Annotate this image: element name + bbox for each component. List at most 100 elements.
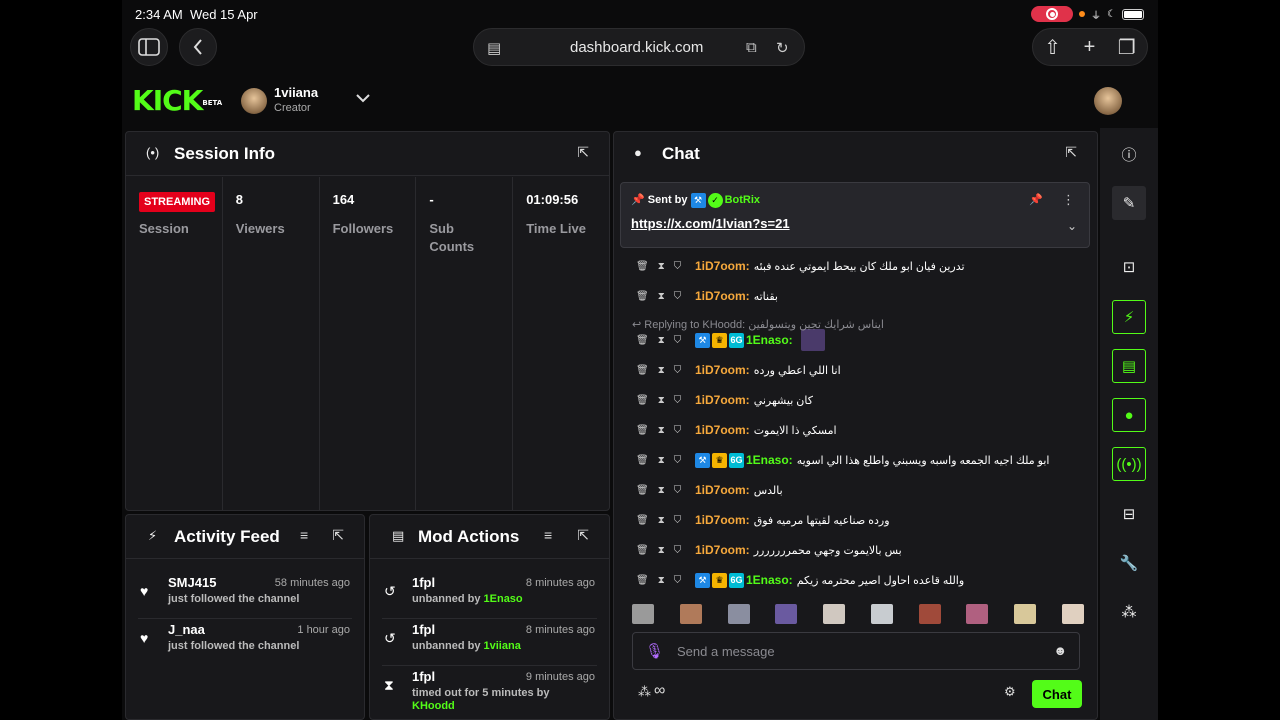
ban-shield-icon[interactable]: ⛉ [674, 395, 682, 406]
timeout-hourglass-icon[interactable]: ⧗ [658, 455, 665, 466]
expand-chevron-down-icon[interactable]: ⌄ [1067, 219, 1077, 233]
popout-icon[interactable]: ⇱ [577, 527, 589, 544]
activity-user[interactable]: J_naa [168, 622, 205, 637]
profile-avatar[interactable] [1094, 87, 1122, 115]
wrench-icon[interactable]: 🔧 [1112, 546, 1146, 580]
timeout-hourglass-icon[interactable]: ⧗ [658, 365, 665, 376]
ban-shield-icon[interactable]: ⛉ [674, 545, 682, 556]
delete-trash-icon[interactable]: 🗑 [636, 291, 649, 302]
chat-username[interactable]: 1iD7oom: [695, 483, 750, 497]
mod-actions-document-icon[interactable]: ▤ [1112, 349, 1146, 383]
popout-icon[interactable]: ⇱ [1065, 144, 1077, 161]
delete-trash-icon[interactable]: 🗑 [636, 575, 649, 586]
chat-username[interactable]: 1iD7oom: [695, 363, 750, 377]
share-icon[interactable]: ⇧ [1044, 35, 1061, 60]
pinned-author[interactable]: BotRix [725, 194, 760, 206]
microphone-icon[interactable]: 🎙 [645, 642, 664, 660]
chat-input-placeholder[interactable]: Send a message [677, 644, 775, 659]
chat-username[interactable]: 1iD7oom: [695, 543, 750, 557]
emote[interactable] [1061, 604, 1084, 624]
chat-input[interactable]: 🎙 Send a message ☻ [632, 632, 1080, 670]
chat-username[interactable]: 1iD7oom: [695, 393, 750, 407]
broadcast-icon[interactable]: ((•)) [1112, 447, 1146, 481]
settings-gear-icon[interactable]: ⚙ [1004, 684, 1016, 700]
chat-username[interactable]: 1Enaso: [746, 453, 793, 467]
screenshot-icon[interactable]: ⊡ [1112, 250, 1146, 284]
reload-icon[interactable]: ↻ [776, 39, 789, 57]
mod-target-user[interactable]: 1fpl [412, 575, 435, 590]
screen-record-icon[interactable] [1031, 6, 1074, 22]
activity-user[interactable]: SMJ415 [168, 575, 216, 590]
url-text[interactable]: dashboard.kick.com [570, 39, 703, 56]
timeout-hourglass-icon[interactable]: ⧗ [658, 261, 665, 272]
chat-username[interactable]: 1iD7oom: [695, 513, 750, 527]
emote[interactable] [1014, 604, 1037, 624]
delete-trash-icon[interactable]: 🗑 [636, 425, 649, 436]
pin-icon[interactable]: 📌 [1029, 193, 1043, 206]
delete-trash-icon[interactable]: 🗑 [636, 365, 649, 376]
emote[interactable] [870, 604, 893, 624]
channel-switch-chevron-down-icon[interactable] [356, 90, 370, 106]
more-options-icon[interactable]: ⋮ [1062, 192, 1075, 208]
sidebar-toggle-icon[interactable] [130, 28, 168, 66]
delete-trash-icon[interactable]: 🗑 [636, 455, 649, 466]
timeout-hourglass-icon[interactable]: ⧗ [658, 575, 665, 586]
emote[interactable] [727, 604, 750, 624]
emote[interactable] [775, 604, 798, 624]
chat-username[interactable]: 1iD7oom: [695, 289, 750, 303]
timeout-hourglass-icon[interactable]: ⧗ [658, 485, 665, 496]
tab-overview-icon[interactable]: ▤ [487, 39, 501, 57]
ban-shield-icon[interactable]: ⛉ [674, 365, 682, 376]
emote[interactable] [966, 604, 989, 624]
timeout-hourglass-icon[interactable]: ⧗ [658, 545, 665, 556]
ban-shield-icon[interactable]: ⛉ [674, 575, 682, 586]
chat-username[interactable]: 1iD7oom: [695, 259, 750, 273]
layout-icon[interactable]: ⊟ [1112, 497, 1146, 531]
ban-shield-icon[interactable]: ⛉ [674, 335, 682, 346]
timeout-hourglass-icon[interactable]: ⧗ [658, 395, 665, 406]
chat-bubble-icon[interactable]: ● [1112, 398, 1146, 432]
delete-trash-icon[interactable]: 🗑 [636, 261, 649, 272]
filter-icon[interactable]: ≡ [544, 527, 552, 543]
ban-shield-icon[interactable]: ⛉ [674, 485, 682, 496]
ban-shield-icon[interactable]: ⛉ [674, 515, 682, 526]
chat-username[interactable]: 1iD7oom: [695, 423, 750, 437]
tabs-icon[interactable]: ❐ [1118, 35, 1136, 60]
ban-shield-icon[interactable]: ⛉ [674, 425, 682, 436]
timeout-hourglass-icon[interactable]: ⧗ [658, 335, 665, 346]
delete-trash-icon[interactable]: 🗑 [636, 485, 649, 496]
filter-icon[interactable]: ≡ [300, 527, 308, 543]
reader-icon[interactable]: ⧉ [746, 39, 757, 56]
mod-by-user[interactable]: 1Enaso [484, 593, 523, 605]
delete-trash-icon[interactable]: 🗑 [636, 515, 649, 526]
emote[interactable] [632, 604, 654, 624]
new-tab-icon[interactable]: + [1084, 36, 1096, 59]
timeout-hourglass-icon[interactable]: ⧗ [658, 515, 665, 526]
address-bar[interactable]: ▤ dashboard.kick.com ⧉ ↻ [473, 28, 805, 66]
chat-username[interactable]: 1Enaso: [746, 573, 793, 587]
mod-by-user[interactable]: 1viiana [484, 640, 521, 652]
delete-trash-icon[interactable]: 🗑 [636, 395, 649, 406]
mod-by-user[interactable]: KHoodd [412, 700, 455, 712]
chat-username[interactable]: 1Enaso: [746, 333, 793, 347]
activity-lightning-icon[interactable]: ⚡ [1112, 300, 1146, 334]
ban-shield-icon[interactable]: ⛉ [674, 291, 682, 302]
emote[interactable] [823, 604, 846, 624]
send-chat-button[interactable]: Chat [1032, 680, 1082, 708]
edit-pencil-icon[interactable]: ✎ [1112, 186, 1146, 220]
delete-trash-icon[interactable]: 🗑 [636, 545, 649, 556]
pinned-link[interactable]: https://x.com/1lvian?s=21 [631, 216, 790, 231]
popout-icon[interactable]: ⇱ [577, 144, 589, 161]
emoji-icon[interactable]: ☻ [1053, 643, 1067, 658]
apps-dots-icon[interactable]: ⁂ [1112, 595, 1146, 629]
mod-target-user[interactable]: 1fpl [412, 669, 435, 684]
back-button[interactable] [179, 28, 217, 66]
emote[interactable] [918, 604, 941, 624]
emote[interactable] [679, 604, 702, 624]
mod-target-user[interactable]: 1fpl [412, 622, 435, 637]
delete-trash-icon[interactable]: 🗑 [636, 335, 649, 346]
timeout-hourglass-icon[interactable]: ⧗ [658, 291, 665, 302]
info-icon[interactable]: ⓘ [1112, 137, 1146, 171]
kick-logo[interactable]: KICKBETA [132, 87, 222, 115]
channel-points-icon[interactable]: ⁂ [638, 684, 651, 700]
